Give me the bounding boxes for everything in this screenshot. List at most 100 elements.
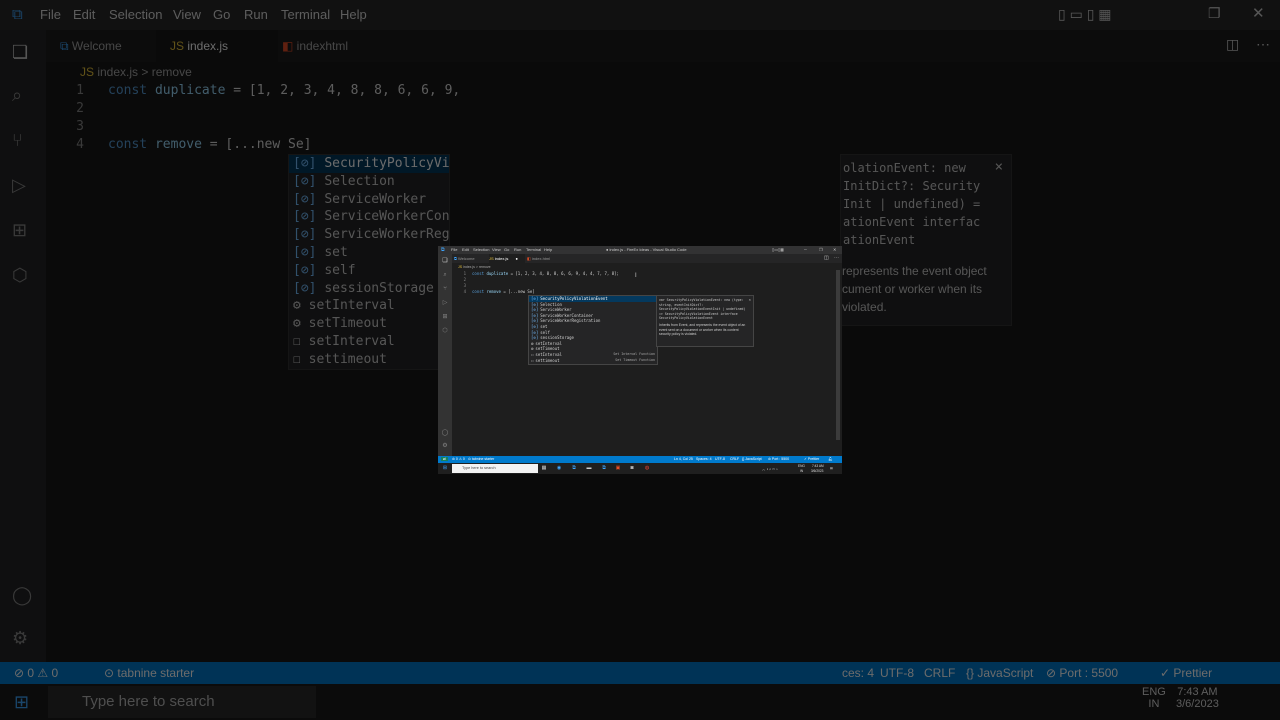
account-icon[interactable]: ◯ <box>441 429 449 437</box>
notification-center-icon[interactable]: ▤ <box>830 466 833 470</box>
bg-suggestion-item: [⊘] self <box>293 262 356 278</box>
bg-line-number: 2 <box>76 101 84 116</box>
remote-explorer-icon[interactable]: ⬡ <box>441 327 449 335</box>
bg-settings-icon: ⚙ <box>12 628 29 648</box>
bg-layout-icons: ▯ ▭ ▯ ▦ <box>1058 6 1112 22</box>
bg-status-eol: CRLF <box>924 666 956 680</box>
bg-menu-terminal: Terminal <box>281 7 331 22</box>
vscode-taskbar-icon[interactable]: ⧉ <box>571 465 577 471</box>
tray-region[interactable]: IN <box>800 469 803 473</box>
line-number: 4 <box>463 289 466 294</box>
remote-indicator-icon[interactable]: ⇌ <box>441 457 448 461</box>
menu-file[interactable]: File <box>451 247 457 252</box>
bg-account-icon: ◯ <box>12 585 33 605</box>
task-view-icon[interactable]: ▦ <box>541 465 547 471</box>
bg-line-number: 4 <box>76 137 84 152</box>
code-line-4[interactable]: const remove = [...new Se] <box>472 289 535 294</box>
bg-menu-selection: Selection <box>109 7 163 22</box>
suggestion-item[interactable]: ☐ settimeout Set Timeout Function <box>529 358 657 364</box>
vscode-logo-icon: ⧉ <box>441 247 445 253</box>
editor-scrollbar[interactable] <box>836 270 840 440</box>
bg-status-encoding: UTF-8 <box>880 666 914 680</box>
status-encoding[interactable]: UTF-8 <box>715 457 725 461</box>
tray-date[interactable]: 3/6/2023 <box>811 469 823 473</box>
explorer-icon[interactable]: ❏ <box>441 257 449 265</box>
vscode-active-taskbar-icon[interactable]: ⧉ <box>601 465 607 471</box>
bg-suggestion-item: [⊘] ServiceWorkerRegis <box>293 227 449 243</box>
bg-source-control-icon: ⑂ <box>12 130 23 150</box>
bg-menu-run: Run <box>244 7 268 22</box>
bg-tab-welcome: ⧉ Welcome <box>60 39 122 53</box>
minimize-button[interactable]: ─ <box>804 247 807 252</box>
bg-suggestion-item: ⚙ setInterval <box>293 298 395 314</box>
bg-menu-view: View <box>173 7 201 22</box>
bg-restore-icon: ❐ <box>1208 5 1221 21</box>
status-cursor-position[interactable]: Ln 4, Col 25 <box>674 457 693 461</box>
breadcrumb[interactable]: JS index.js > remove <box>458 265 491 269</box>
app2-taskbar-icon[interactable]: ◙ <box>629 465 635 471</box>
bg-suggestion-item: [⊘] ServiceWorkerConta <box>293 209 449 225</box>
app-taskbar-icon[interactable]: ▣ <box>615 465 621 471</box>
taskbar-search-box[interactable]: Type here to search <box>452 464 538 473</box>
tab-index-html[interactable]: ◧ index.html <box>527 254 567 263</box>
bg-suggestion-list: [⊘] SecurityPolicyViol [⊘] Selection [⊘]… <box>288 154 450 370</box>
doc-close-icon[interactable]: × <box>749 297 751 302</box>
split-editor-icon[interactable]: ◫ <box>824 255 829 261</box>
bg-suggestion-item: [⊘] SecurityPolicyViol <box>289 155 449 173</box>
bg-status-tabnine: ⊙ tabnine starter <box>104 666 195 680</box>
bg-close-icon: ✕ <box>1252 5 1265 22</box>
search-icon[interactable]: ⌕ <box>441 271 449 279</box>
restore-button[interactable]: ❐ <box>819 247 823 252</box>
menu-help[interactable]: Help <box>544 247 552 252</box>
line-number: 2 <box>463 277 466 282</box>
bg-suggestion-item: [⊘] set <box>293 244 348 260</box>
bg-menu-file: File <box>40 7 61 22</box>
code-line-1[interactable]: const duplicate = [1, 2, 3, 4, 8, 8, 6, … <box>472 271 619 276</box>
bg-doc-close-icon: × <box>994 159 1003 175</box>
windows-start-icon[interactable]: ⊞ <box>442 465 448 471</box>
run-debug-icon[interactable]: ▷ <box>441 299 449 307</box>
bg-suggestion-item: [⊘] Selection <box>293 173 395 189</box>
file-explorer-icon[interactable]: ▬ <box>586 465 592 471</box>
layout-toggle-icons[interactable]: ▯▭▯▦ <box>772 247 784 252</box>
status-problems[interactable]: ⊘ 0 ⚠ 0 <box>452 457 465 461</box>
bg-suggestion-item: ☐ setInterval <box>293 333 395 349</box>
menu-view[interactable]: View <box>492 247 501 252</box>
bg-line-number: 3 <box>76 119 84 134</box>
status-indentation[interactable]: Spaces: 4 <box>696 457 712 461</box>
menu-run[interactable]: Run <box>514 247 521 252</box>
status-eol[interactable]: CRLF <box>730 457 739 461</box>
activity-bar: ❏ ⌕ ⑂ ▷ ⊞ ⬡ ◯ ⚙ <box>438 254 452 456</box>
extensions-icon[interactable]: ⊞ <box>441 313 449 321</box>
status-language-mode[interactable]: {} JavaScript <box>742 457 762 461</box>
menu-terminal[interactable]: Terminal <box>526 247 541 252</box>
tab-index-js[interactable]: JS index.js ● <box>489 254 525 263</box>
tray-icons[interactable]: ︿ ◑ ♫ ▭ ⌁ <box>762 466 778 471</box>
bg-suggestion-item: [⊘] ServiceWorker <box>293 191 427 207</box>
bg-run-icon: ▷ <box>12 175 26 195</box>
bg-taskbar: ⊞ Type here to search ENG IN 7:43 AM 3/6/2… <box>0 684 1280 720</box>
menu-edit[interactable]: Edit <box>462 247 469 252</box>
bg-taskbar-search: Type here to search <box>48 686 316 718</box>
close-button[interactable]: ✕ <box>833 247 836 252</box>
bg-split-editor-icon: ◫ <box>1226 36 1240 52</box>
more-actions-icon[interactable]: ⋯ <box>834 255 839 261</box>
notifications-bell-icon[interactable]: 🔔︎ <box>828 457 832 461</box>
settings-gear-icon[interactable]: ⚙ <box>441 442 449 450</box>
menu-go[interactable]: Go <box>504 247 509 252</box>
status-prettier[interactable]: ✓ Prettier <box>804 457 819 461</box>
status-tabnine[interactable]: ⊙ tabnine starter <box>468 457 494 461</box>
line-number: 3 <box>463 283 466 288</box>
bg-vscode-logo-icon: ⧉ <box>12 6 23 23</box>
bg-status-port: ⊘ Port : 5500 <box>1046 666 1119 680</box>
tab-welcome[interactable]: ⧉ Welcome <box>454 254 488 263</box>
tray-time[interactable]: 7:43 AM <box>812 464 824 468</box>
source-control-icon[interactable]: ⑂ <box>441 285 449 293</box>
suggestion-doc-popup: × var SecurityPolicyViolationEvent: new … <box>656 295 754 347</box>
chrome-taskbar-icon[interactable]: ◍ <box>644 465 650 471</box>
menu-selection[interactable]: Selection <box>473 247 489 252</box>
edge-browser-icon[interactable]: ◉ <box>556 465 562 471</box>
tray-language[interactable]: ENG <box>798 464 805 468</box>
status-live-server-port[interactable]: ⊘ Port : 5500 <box>768 457 789 461</box>
bg-status-prettier: ✓ Prettier <box>1160 666 1213 680</box>
